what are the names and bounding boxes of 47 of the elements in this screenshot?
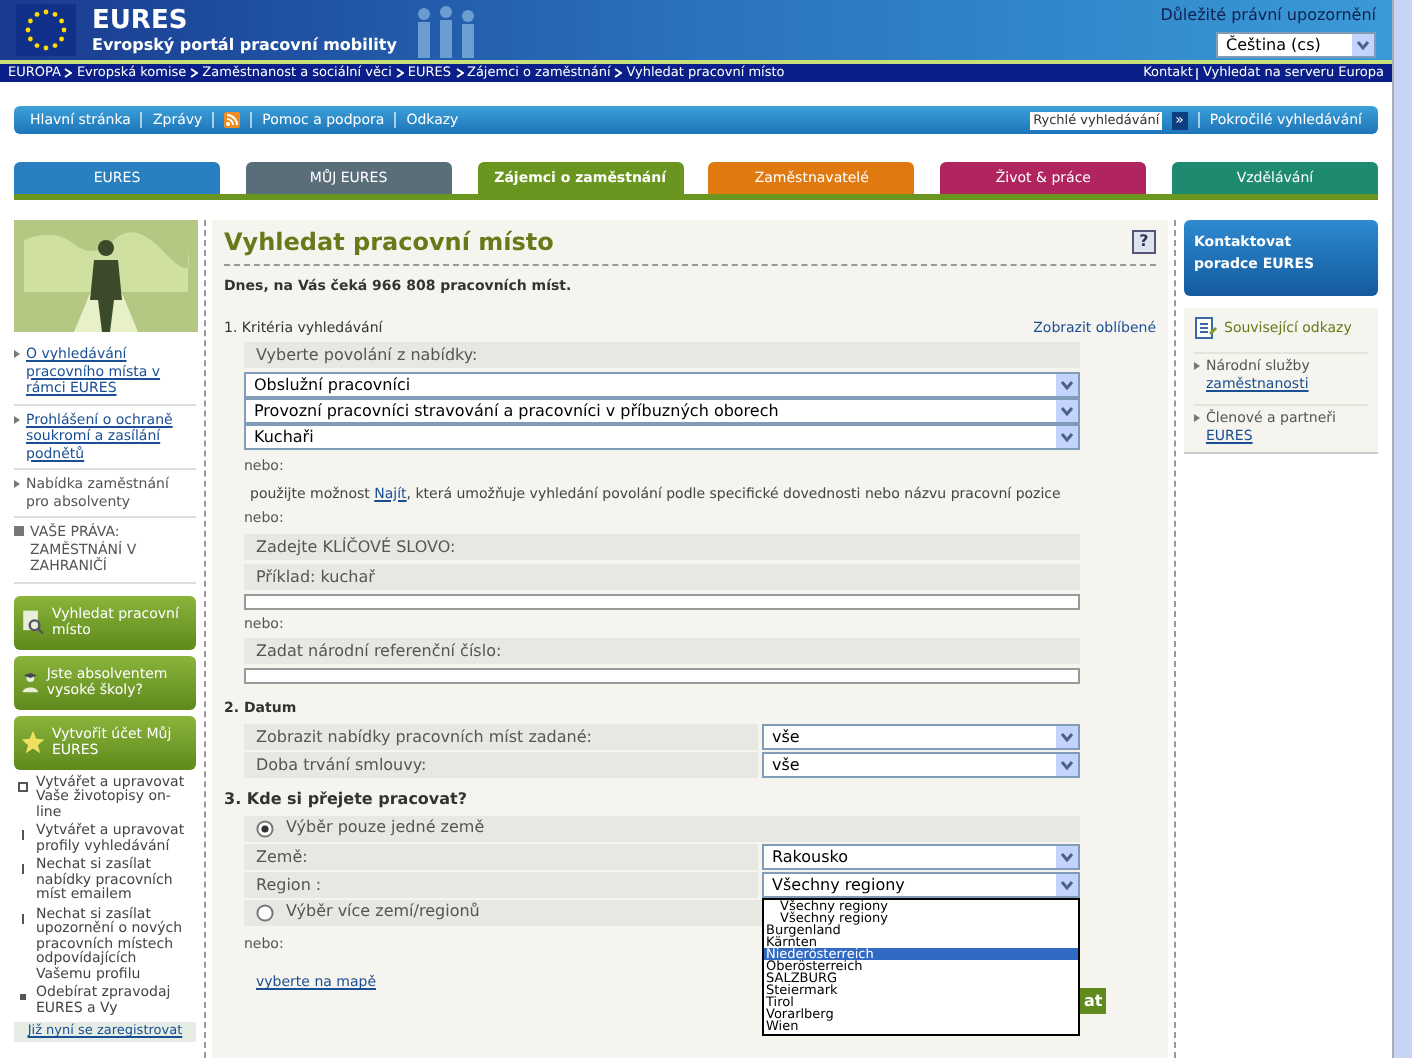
page-title: Vyhledat pracovní místo bbox=[224, 226, 554, 260]
eu-flag-icon bbox=[16, 4, 76, 56]
arrow-bullet-icon bbox=[14, 480, 20, 488]
document-icon bbox=[1194, 316, 1218, 340]
field-label: Příklad: kuchař bbox=[244, 563, 1080, 589]
scrollbar[interactable] bbox=[1392, 0, 1412, 1058]
reference-field[interactable] bbox=[244, 668, 1080, 684]
date-select[interactable]: vše bbox=[762, 723, 1080, 749]
occupation-select[interactable]: Kuchaři bbox=[244, 424, 1080, 450]
legal-notice-link[interactable]: Důležité právní upozornění bbox=[1160, 3, 1376, 27]
rss-icon[interactable] bbox=[224, 112, 241, 128]
occupation-select[interactable]: Provozní pracovníci stravování a pracovníci v příbuzných oborech bbox=[244, 398, 1080, 424]
logo-title: EURES bbox=[92, 7, 190, 33]
field-label: Doba trvání smlouvy: bbox=[244, 751, 758, 777]
radio-option[interactable]: Výběr pouze jedné země bbox=[244, 815, 1080, 841]
chevron-icon bbox=[190, 68, 199, 78]
keyword-field[interactable] bbox=[244, 593, 1080, 609]
field-label: Země: bbox=[244, 843, 758, 869]
field-label: Region : bbox=[244, 871, 758, 897]
field-label: Vyberte povolání z nabídky: bbox=[244, 342, 1080, 368]
bullet-icon bbox=[20, 994, 26, 1000]
occupation-select[interactable]: Obslužní pracovníci bbox=[244, 372, 1080, 398]
country-select[interactable]: Rakousko bbox=[762, 843, 1080, 869]
field-label: Zadejte KLÍČOVÉ SLOVO: bbox=[244, 533, 1080, 559]
arrow-bullet-icon bbox=[14, 350, 20, 358]
field-label: Zadat národní referenční číslo: bbox=[244, 638, 1080, 664]
chevron-icon bbox=[614, 68, 623, 78]
field-label: Zobrazit nabídky pracovních míst zadané: bbox=[244, 723, 758, 749]
arrow-bullet-icon bbox=[1194, 414, 1200, 422]
square-bullet-icon bbox=[14, 526, 24, 536]
radio-icon[interactable] bbox=[256, 819, 274, 837]
search-button[interactable]: at bbox=[1080, 987, 1107, 1013]
chevron-icon bbox=[64, 68, 73, 78]
chevron-icon bbox=[455, 68, 463, 78]
logo-subtitle: Evropský portál pracovní mobility bbox=[92, 37, 397, 53]
help-button[interactable]: ? bbox=[1132, 230, 1156, 254]
checkbox-icon bbox=[18, 781, 28, 791]
date-select[interactable]: vše bbox=[762, 751, 1080, 777]
arrow-bullet-icon bbox=[1194, 362, 1200, 370]
language-select[interactable]: Čeština (cs) bbox=[1216, 31, 1376, 57]
chevron-icon bbox=[395, 68, 404, 78]
arrow-bullet-icon bbox=[14, 415, 20, 423]
section-heading: 3. Kde si přejete pracovat? bbox=[224, 787, 470, 811]
radio-icon[interactable] bbox=[256, 903, 274, 921]
search-icon bbox=[20, 606, 46, 638]
star-icon bbox=[20, 726, 46, 758]
region-select[interactable]: Všechny regiony bbox=[762, 871, 1080, 897]
